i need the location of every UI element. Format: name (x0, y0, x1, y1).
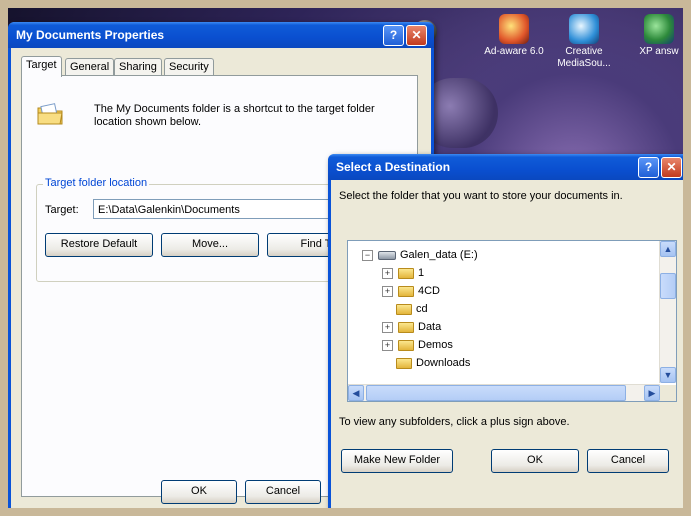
horizontal-scroll-thumb[interactable] (366, 385, 626, 401)
dialog-title: Select a Destination (336, 160, 451, 174)
destination-prompt: Select the folder that you want to store… (339, 190, 623, 202)
tree-item-label: cd (416, 303, 428, 315)
ok-button[interactable]: OK (491, 449, 579, 473)
close-button[interactable]: ✕ (406, 25, 427, 46)
my-documents-folder-icon (37, 103, 63, 125)
folder-icon (396, 357, 412, 369)
tree-root-label: Galen_data (E:) (400, 249, 478, 261)
desktop-icon-xp[interactable]: XP answ (623, 14, 683, 58)
drive-icon (378, 250, 396, 260)
creative-mediasource-icon (569, 14, 599, 44)
tree-item[interactable]: +1 (382, 265, 424, 281)
tree-item[interactable]: + Data (382, 319, 441, 335)
help-button[interactable]: ? (383, 25, 404, 46)
expand-icon[interactable]: + (382, 321, 393, 333)
desktop-icon-adaware[interactable]: Ad-aware 6.0 (478, 14, 550, 58)
folder-icon (398, 267, 414, 279)
collapse-icon[interactable]: − (362, 249, 373, 261)
desktop-icon-label: XP answ (639, 46, 679, 57)
tab-general[interactable]: General (65, 58, 115, 76)
adaware-icon (499, 14, 529, 44)
expand-icon[interactable]: + (382, 285, 393, 297)
subfolder-hint: To view any subfolders, click a plus sig… (339, 416, 570, 428)
vertical-scroll-thumb[interactable] (660, 273, 676, 299)
window-title: My Documents Properties (16, 28, 165, 42)
desktop: Ad-aware 6.0 Creative MediaSou... XP ans… (8, 8, 683, 508)
folder-tree[interactable]: − Galen_data (E:) +1 +4CD cd + Data + Demos… (347, 240, 677, 402)
desktop-icon-label: Ad-aware 6.0 (484, 46, 544, 57)
tree-item-label: 1 (418, 267, 425, 279)
desktop-icon-creative[interactable]: Creative MediaSou... (548, 14, 620, 70)
tree-root[interactable]: − Galen_data (E:) (362, 247, 478, 263)
tree-item-label: Data (418, 321, 442, 333)
tree-item[interactable]: Downloads (396, 355, 470, 371)
tab-sharing[interactable]: Sharing (114, 58, 162, 76)
scroll-up-icon[interactable]: ▲ (660, 241, 676, 257)
help-button[interactable]: ? (638, 157, 659, 178)
destination-titlebar[interactable]: Select a Destination ? ✕ (328, 154, 683, 180)
restore-default-button[interactable]: Restore Default (45, 233, 153, 257)
make-new-folder-button[interactable]: Make New Folder (341, 449, 453, 473)
description-text: The My Documents folder is a shortcut to… (94, 103, 375, 128)
tab-security[interactable]: Security (164, 58, 214, 76)
folder-icon (398, 285, 414, 297)
group-label: Target folder location (43, 177, 150, 189)
tree-item[interactable]: + Demos (382, 337, 453, 353)
move-button[interactable]: Move... (161, 233, 259, 257)
tree-item[interactable]: cd (396, 301, 428, 317)
select-destination-dialog: Select a Destination ? ✕ Select the fold… (328, 154, 683, 508)
scroll-down-icon[interactable]: ▼ (660, 367, 676, 383)
scroll-corner (660, 385, 676, 401)
cancel-button[interactable]: Cancel (587, 449, 669, 473)
ok-button[interactable]: OK (161, 480, 237, 504)
tree-item-label: Demos (418, 339, 453, 351)
expand-icon[interactable]: + (382, 339, 393, 351)
close-button[interactable]: ✕ (661, 157, 682, 178)
desktop-icon-label: Creative MediaSou... (557, 46, 611, 69)
target-label: Target: (45, 204, 79, 216)
folder-icon (396, 303, 412, 315)
xp-answer-icon (644, 14, 674, 44)
cancel-button[interactable]: Cancel (245, 480, 321, 504)
scroll-left-icon[interactable]: ◀ (348, 385, 364, 401)
folder-icon (398, 321, 414, 333)
tree-item-label: 4CD (418, 285, 441, 297)
tree-item[interactable]: +4CD (382, 283, 440, 299)
tree-item-label: Downloads (416, 357, 471, 369)
properties-titlebar[interactable]: My Documents Properties ? ✕ (8, 22, 434, 48)
vertical-scrollbar[interactable]: ▲ ▼ (659, 241, 676, 383)
tab-target[interactable]: Target (21, 56, 62, 77)
horizontal-scrollbar[interactable]: ◀ ▶ (348, 384, 660, 401)
expand-icon[interactable]: + (382, 267, 393, 279)
folder-icon (398, 339, 414, 351)
scroll-right-icon[interactable]: ▶ (644, 385, 660, 401)
